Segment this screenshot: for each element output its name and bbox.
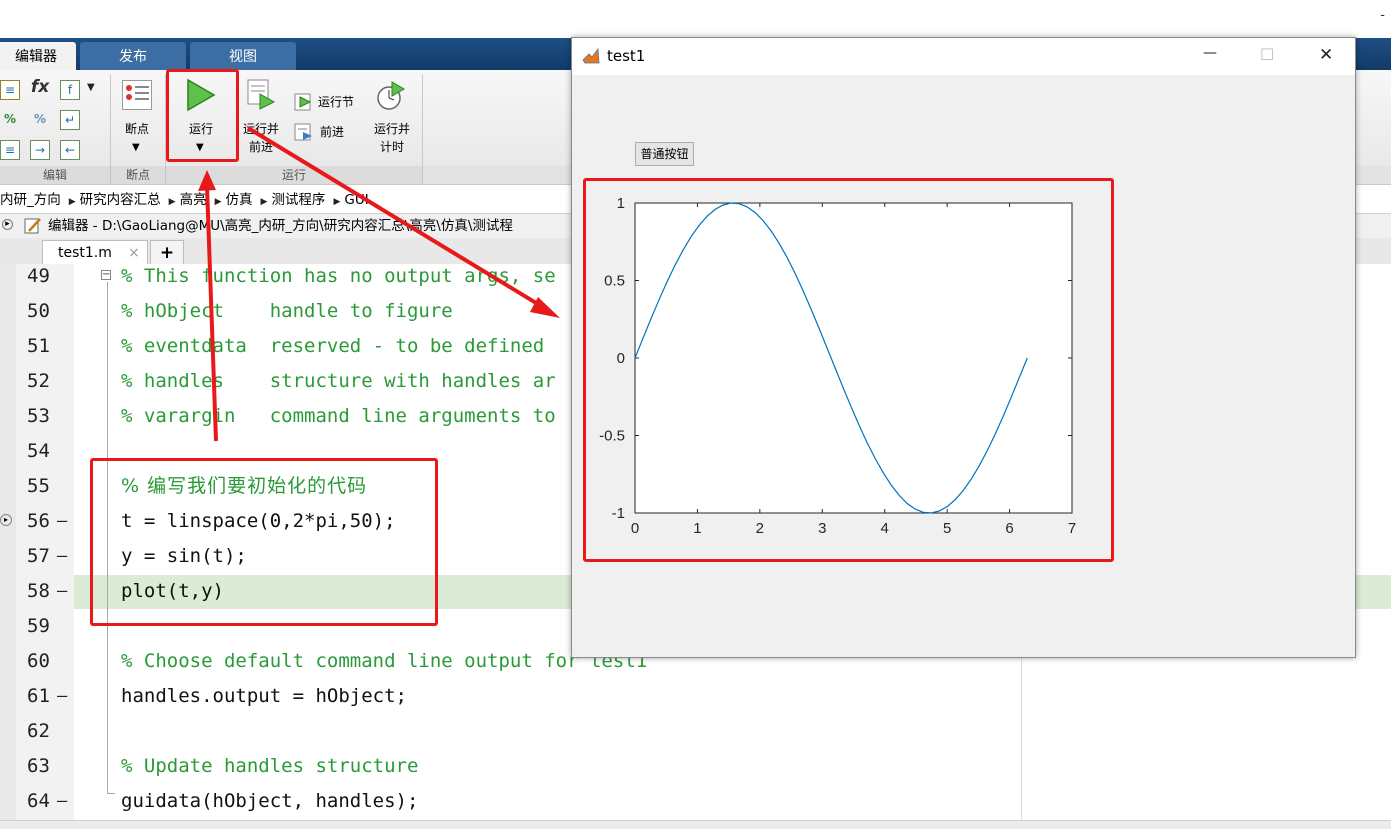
breadcrumb-separator-icon: ▶ [260,197,268,207]
group-label-edit: 编辑 [0,166,111,184]
tab-editor[interactable]: 编辑器 [0,42,76,70]
code-line[interactable]: 64— guidata(hObject, handles); [0,784,1391,819]
chevron-down-icon[interactable]: ▼ [132,142,140,153]
tab-view[interactable]: 视图 [190,42,296,70]
chevron-down-icon[interactable]: ▼ [87,82,95,93]
code-comment: % Update handles structure [121,755,419,777]
code-comment: % eventdata reserved - to be defined [121,335,545,357]
breadcrumb-separator-icon: ▶ [214,197,222,207]
tab-publish[interactable]: 发布 [80,42,186,70]
line-number: 55 [27,475,50,497]
run-section-icon[interactable] [294,92,314,116]
code-statement: handles.output = hObject; [121,685,407,707]
breadcrumb-item[interactable]: 测试程序 [271,192,325,208]
code-line[interactable]: 61— handles.output = hObject; [0,679,1391,714]
code-line[interactable]: 63 % Update handles structure [0,749,1391,784]
insert-section-icon[interactable]: ≡ [0,80,20,100]
annotation-box-code [90,458,438,626]
line-number: 51 [27,335,50,357]
code-comment: % handles structure with handles ar [121,370,556,392]
code-line[interactable]: 62 [0,714,1391,749]
advance-label[interactable]: 前进 [320,124,360,141]
annotation-box-run [166,69,239,162]
run-and-time-label-2[interactable]: 计时 [367,139,417,156]
breadcrumb-separator-icon: ▶ [333,197,341,207]
line-number: 53 [27,405,50,427]
line-number: 54 [27,440,50,462]
top-strip: - [0,0,1391,39]
code-comment: % hObject handle to figure [121,300,453,322]
line-number: 62 [27,720,50,742]
comment-icon[interactable]: % [0,110,20,130]
line-number: 60 [27,650,50,672]
run-and-time-label-1[interactable]: 运行并 [367,121,417,138]
breadcrumb-separator-icon: ▶ [168,197,176,207]
advance-icon[interactable] [294,122,314,146]
figure-window[interactable]: test1 — ☐ ✕ 普通按钮 0 1 2 3 4 5 6 7 -1 -0.5 0 0.5 1 [571,37,1356,658]
panel-menu-icon[interactable]: ▸ [2,219,13,230]
code-statement: guidata(hObject, handles); [121,790,419,812]
breadcrumb-separator-icon: ▶ [68,197,76,207]
breadcrumb-item[interactable]: GUI [344,192,368,208]
breakpoint-marker[interactable]: — [57,574,67,609]
breakpoints-icon[interactable] [122,80,152,110]
run-and-advance-label-2[interactable]: 前进 [237,139,285,156]
breakpoint-marker[interactable]: — [57,504,67,539]
insert-function-icon[interactable]: fx [30,78,50,98]
uncomment-icon[interactable]: % [30,110,50,130]
run-and-time-icon[interactable] [376,80,408,116]
decrease-indent-icon[interactable]: ← [60,140,80,160]
run-and-advance-icon[interactable] [246,78,276,114]
ribbon-separator [110,74,111,166]
run-and-advance-label-1[interactable]: 运行并 [237,121,285,138]
group-label-run: 运行 [166,166,423,184]
breadcrumb-item[interactable]: 高亮 [180,192,207,208]
breakpoint-marker[interactable]: — [57,679,67,714]
annotation-box-plot [583,178,1114,562]
breadcrumb-item[interactable]: 研究内容汇总 [80,192,161,208]
breakpoint-marker[interactable]: — [57,784,67,819]
top-strip-dash: - [1380,8,1385,23]
line-number: 59 [27,615,50,637]
run-section-label[interactable]: 运行节 [318,94,360,111]
function-template-icon[interactable]: f [60,80,80,100]
line-number: 49 [27,265,50,287]
wrap-comments-icon[interactable]: ↵ [60,110,80,130]
line-number: 52 [27,370,50,392]
code-comment: % Choose default command line output for… [121,650,648,672]
group-label-breakpoints: 断点 [111,166,166,184]
code-comment: % This function has no output args, se [121,265,556,287]
line-number: 63 [27,755,50,777]
indent-icon[interactable]: ≡ [0,140,20,160]
ribbon-separator [422,74,423,166]
breadcrumb-item[interactable]: 仿真 [226,192,253,208]
breakpoint-marker[interactable]: — [57,539,67,574]
editor-title: 编辑器 - D:\GaoLiang@MU\高亮_内研_方向\研究内容汇总\高亮\… [48,218,513,234]
line-number: 50 [27,300,50,322]
code-comment: % varargin command line arguments to [121,405,556,427]
breadcrumb-item[interactable]: 内研_方向 [0,192,61,208]
increase-indent-icon[interactable]: → [30,140,50,160]
breakpoints-label[interactable]: 断点 [116,121,158,138]
